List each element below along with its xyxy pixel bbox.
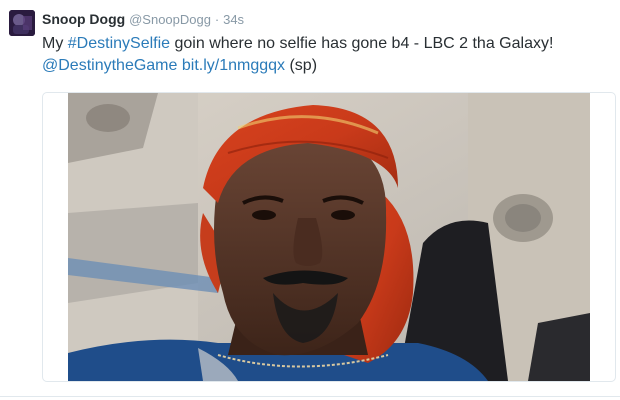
tweet-timestamp[interactable]: 34s — [223, 12, 244, 27]
avatar[interactable] — [9, 10, 35, 36]
tweet-header: Snoop Dogg @SnoopDogg · 34s — [42, 10, 244, 29]
tweet-text-prefix: My — [42, 35, 68, 52]
author-handle[interactable]: @SnoopDogg — [129, 12, 211, 27]
tweet-text-main: goin where no selfie has gone b4 - LBC 2… — [170, 35, 554, 52]
hashtag-link[interactable]: #DestinySelfie — [68, 35, 170, 52]
tweet-text-suffix: (sp) — [285, 57, 318, 74]
author-name[interactable]: Snoop Dogg — [42, 11, 125, 27]
url-link[interactable]: bit.ly/1nmggqx — [182, 57, 285, 74]
tweet-text: My #DestinySelfie goin where no selfie h… — [42, 33, 612, 77]
mention-link[interactable]: @DestinytheGame — [42, 57, 177, 74]
header-separator: · — [214, 12, 220, 27]
avatar-image — [9, 10, 35, 36]
tweet: Snoop Dogg @SnoopDogg · 34s My #DestinyS… — [0, 0, 620, 400]
selfie-photo-image — [68, 93, 590, 381]
media-card — [42, 92, 616, 382]
selfie-photo[interactable] — [68, 93, 590, 381]
divider — [0, 396, 620, 397]
